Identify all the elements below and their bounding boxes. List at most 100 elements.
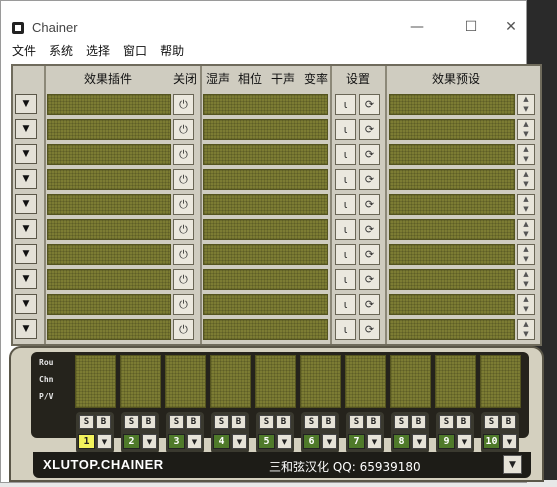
channel-number-button[interactable]: 6 bbox=[303, 434, 320, 449]
bypass-button[interactable]: B bbox=[456, 415, 471, 429]
slot-menu-button[interactable]: ▼ bbox=[15, 294, 37, 314]
channel-number-button[interactable]: 8 bbox=[393, 434, 410, 449]
channel-display[interactable] bbox=[120, 355, 161, 408]
chevron-down-icon[interactable]: ▼ bbox=[412, 434, 427, 449]
settings-refresh-icon[interactable]: ⟳ bbox=[359, 119, 380, 140]
settings-refresh-icon[interactable]: ⟳ bbox=[359, 194, 380, 215]
bypass-button[interactable]: B bbox=[411, 415, 426, 429]
slot-menu-button[interactable]: ▼ bbox=[15, 119, 37, 139]
minimize-button[interactable]: — bbox=[394, 13, 440, 41]
chevron-up-icon[interactable]: ▲ bbox=[523, 95, 528, 104]
slot-menu-button[interactable]: ▼ bbox=[15, 144, 37, 164]
settings-refresh-icon[interactable]: ⟳ bbox=[359, 244, 380, 265]
preset-spinner[interactable]: ▲ ▼ bbox=[517, 144, 535, 165]
preset-display[interactable] bbox=[389, 319, 515, 340]
chevron-down-icon[interactable]: ▼ bbox=[523, 180, 528, 189]
bypass-button[interactable]: B bbox=[141, 415, 156, 429]
channel-number-button[interactable]: 7 bbox=[348, 434, 365, 449]
slot-menu-button[interactable]: ▼ bbox=[15, 244, 37, 264]
solo-button[interactable]: S bbox=[259, 415, 274, 429]
chevron-up-icon[interactable]: ▲ bbox=[523, 170, 528, 179]
channel-display[interactable] bbox=[75, 355, 116, 408]
plugin-display[interactable] bbox=[47, 169, 171, 190]
bypass-power-icon[interactable]: ⏻ bbox=[173, 269, 194, 290]
plugin-display[interactable] bbox=[47, 219, 171, 240]
mix-display[interactable] bbox=[203, 219, 328, 240]
title-bar[interactable]: Chainer — ☐ ✕ bbox=[1, 1, 526, 39]
chevron-down-icon[interactable]: ▼ bbox=[457, 434, 472, 449]
slot-menu-button[interactable]: ▼ bbox=[15, 269, 37, 289]
chevron-down-icon[interactable]: ▼ bbox=[367, 434, 382, 449]
channel-display[interactable] bbox=[210, 355, 251, 408]
settings-edit-icon[interactable]: ⍳ bbox=[335, 94, 356, 115]
solo-button[interactable]: S bbox=[79, 415, 94, 429]
bypass-button[interactable]: B bbox=[366, 415, 381, 429]
channel-number-button[interactable]: 3 bbox=[168, 434, 185, 449]
chevron-down-icon[interactable]: ▼ bbox=[523, 105, 528, 114]
channel-number-button[interactable]: 2 bbox=[123, 434, 140, 449]
solo-button[interactable]: S bbox=[214, 415, 229, 429]
slot-menu-button[interactable]: ▼ bbox=[15, 319, 37, 339]
mix-display[interactable] bbox=[203, 94, 328, 115]
channel-display[interactable] bbox=[255, 355, 296, 408]
solo-button[interactable]: S bbox=[349, 415, 364, 429]
settings-edit-icon[interactable]: ⍳ bbox=[335, 244, 356, 265]
preset-spinner[interactable]: ▲ ▼ bbox=[517, 119, 535, 140]
chevron-up-icon[interactable]: ▲ bbox=[523, 145, 528, 154]
chevron-down-icon[interactable]: ▼ bbox=[523, 255, 528, 264]
slot-menu-button[interactable]: ▼ bbox=[15, 169, 37, 189]
chevron-down-icon[interactable]: ▼ bbox=[523, 230, 528, 239]
solo-button[interactable]: S bbox=[124, 415, 139, 429]
bypass-power-icon[interactable]: ⏻ bbox=[173, 319, 194, 340]
mix-display[interactable] bbox=[203, 119, 328, 140]
menu-window[interactable]: 窗口 bbox=[123, 41, 147, 61]
chevron-down-icon[interactable]: ▼ bbox=[523, 305, 528, 314]
preset-spinner[interactable]: ▲ ▼ bbox=[517, 219, 535, 240]
footer-dropdown-button[interactable]: ▼ bbox=[503, 455, 522, 474]
channel-display[interactable] bbox=[480, 355, 521, 408]
mix-display[interactable] bbox=[203, 269, 328, 290]
bypass-button[interactable]: B bbox=[96, 415, 111, 429]
chevron-down-icon[interactable]: ▼ bbox=[523, 155, 528, 164]
menu-file[interactable]: 文件 bbox=[12, 41, 36, 61]
channel-number-button[interactable]: 5 bbox=[258, 434, 275, 449]
mix-display[interactable] bbox=[203, 194, 328, 215]
bypass-button[interactable]: B bbox=[501, 415, 516, 429]
plugin-display[interactable] bbox=[47, 319, 171, 340]
preset-display[interactable] bbox=[389, 294, 515, 315]
mix-display[interactable] bbox=[203, 169, 328, 190]
chevron-down-icon[interactable]: ▼ bbox=[142, 434, 157, 449]
settings-refresh-icon[interactable]: ⟳ bbox=[359, 269, 380, 290]
slot-menu-button[interactable]: ▼ bbox=[15, 219, 37, 239]
preset-spinner[interactable]: ▲ ▼ bbox=[517, 94, 535, 115]
chevron-down-icon[interactable]: ▼ bbox=[232, 434, 247, 449]
channel-number-button[interactable]: 9 bbox=[438, 434, 455, 449]
solo-button[interactable]: S bbox=[394, 415, 409, 429]
settings-refresh-icon[interactable]: ⟳ bbox=[359, 294, 380, 315]
plugin-display[interactable] bbox=[47, 294, 171, 315]
chevron-down-icon[interactable]: ▼ bbox=[322, 434, 337, 449]
chevron-up-icon[interactable]: ▲ bbox=[523, 195, 528, 204]
menu-help[interactable]: 帮助 bbox=[160, 41, 184, 61]
mix-display[interactable] bbox=[203, 144, 328, 165]
channel-number-button[interactable]: 1 bbox=[78, 434, 95, 449]
bypass-power-icon[interactable]: ⏻ bbox=[173, 219, 194, 240]
plugin-display[interactable] bbox=[47, 269, 171, 290]
bypass-button[interactable]: B bbox=[276, 415, 291, 429]
settings-edit-icon[interactable]: ⍳ bbox=[335, 169, 356, 190]
preset-display[interactable] bbox=[389, 244, 515, 265]
preset-display[interactable] bbox=[389, 119, 515, 140]
settings-refresh-icon[interactable]: ⟳ bbox=[359, 94, 380, 115]
settings-edit-icon[interactable]: ⍳ bbox=[335, 269, 356, 290]
bypass-button[interactable]: B bbox=[186, 415, 201, 429]
bypass-power-icon[interactable]: ⏻ bbox=[173, 94, 194, 115]
solo-button[interactable]: S bbox=[304, 415, 319, 429]
settings-edit-icon[interactable]: ⍳ bbox=[335, 219, 356, 240]
channel-display[interactable] bbox=[165, 355, 206, 408]
preset-display[interactable] bbox=[389, 219, 515, 240]
slot-menu-button[interactable]: ▼ bbox=[15, 94, 37, 114]
plugin-display[interactable] bbox=[47, 94, 171, 115]
settings-refresh-icon[interactable]: ⟳ bbox=[359, 319, 380, 340]
preset-spinner[interactable]: ▲ ▼ bbox=[517, 319, 535, 340]
channel-number-button[interactable]: 4 bbox=[213, 434, 230, 449]
